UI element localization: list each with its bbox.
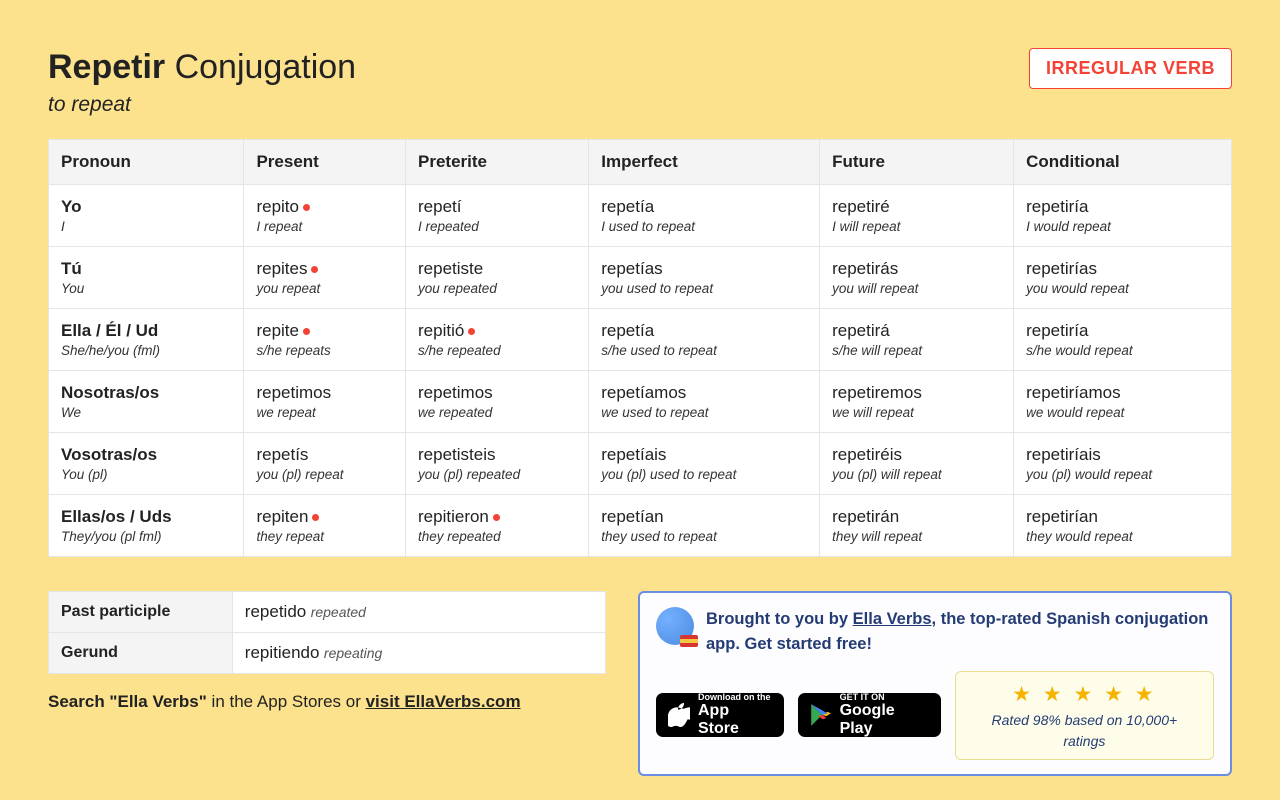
conjugation-cell: repetíasyou used to repeat [589, 247, 820, 309]
verb-translation: to repeat [48, 93, 356, 117]
past-participle-label: Past participle [49, 592, 233, 633]
irregular-dot-icon [312, 514, 319, 521]
conjugation-cell: repetiríamoswe would repeat [1014, 371, 1232, 433]
column-header: Future [820, 140, 1014, 185]
irregular-dot-icon [303, 328, 310, 335]
pronoun-cell: Vosotras/osYou (pl) [49, 433, 244, 495]
gerund-label: Gerund [49, 633, 233, 674]
column-header: Preterite [406, 140, 589, 185]
column-header: Imperfect [589, 140, 820, 185]
conjugation-cell: repetísyou (pl) repeat [244, 433, 406, 495]
table-row: Vosotras/osYou (pl)repetísyou (pl) repea… [49, 433, 1232, 495]
conjugation-cell: repitiós/he repeated [406, 309, 589, 371]
conjugation-cell: repetíamoswe used to repeat [589, 371, 820, 433]
conjugation-cell: repetíaisyou (pl) used to repeat [589, 433, 820, 495]
irregular-dot-icon [311, 266, 318, 273]
column-header: Present [244, 140, 406, 185]
conjugation-cell: repitenthey repeat [244, 495, 406, 557]
apple-icon [668, 702, 690, 728]
table-row: Nosotras/osWerepetimoswe repeatrepetimos… [49, 371, 1232, 433]
conjugation-cell: repetirías/he would repeat [1014, 309, 1232, 371]
pronoun-cell: Ella / Él / UdShe/he/you (fml) [49, 309, 244, 371]
conjugation-cell: repites/he repeats [244, 309, 406, 371]
column-header: Conditional [1014, 140, 1232, 185]
promo-text: Brought to you by Ella Verbs, the top-ra… [706, 607, 1214, 657]
conjugation-cell: repetiríaisyou (pl) would repeat [1014, 433, 1232, 495]
conjugation-cell: repetisteisyou (pl) repeated [406, 433, 589, 495]
irregular-badge: IRREGULAR VERB [1029, 48, 1232, 89]
table-row: Ellas/os / UdsThey/you (pl fml)repitenth… [49, 495, 1232, 557]
promo-box: Brought to you by Ella Verbs, the top-ra… [638, 591, 1232, 776]
search-note: Search "Ella Verbs" in the App Stores or… [48, 692, 606, 712]
conjugation-table: PronounPresentPreteriteImperfectFutureCo… [48, 139, 1232, 557]
column-header: Pronoun [49, 140, 244, 185]
conjugation-cell: repitieronthey repeated [406, 495, 589, 557]
pronoun-cell: TúYou [49, 247, 244, 309]
irregular-dot-icon [303, 204, 310, 211]
conjugation-cell: repetiríanthey would repeat [1014, 495, 1232, 557]
conjugation-cell: repetirásyou will repeat [820, 247, 1014, 309]
pronoun-cell: YoI [49, 185, 244, 247]
conjugation-cell: repetiríaI would repeat [1014, 185, 1232, 247]
google-play-button[interactable]: GET IT ON Google Play [798, 693, 941, 737]
conjugation-cell: repitesyou repeat [244, 247, 406, 309]
gerund-value: repitiendo repeating [232, 633, 605, 674]
page-title: Repetir Conjugation [48, 48, 356, 87]
irregular-dot-icon [468, 328, 475, 335]
app-store-button[interactable]: Download on the App Store [656, 693, 784, 737]
table-row: TúYourepitesyou repeatrepetisteyou repea… [49, 247, 1232, 309]
conjugation-cell: repetiréI will repeat [820, 185, 1014, 247]
ella-verbs-link[interactable]: Ella Verbs [853, 610, 932, 628]
conjugation-cell: repetíI repeated [406, 185, 589, 247]
conjugation-cell: repetisteyou repeated [406, 247, 589, 309]
rating-box: ★ ★ ★ ★ ★ Rated 98% based on 10,000+ rat… [955, 671, 1214, 761]
verb-name: Repetir [48, 48, 165, 86]
conjugation-cell: repitoI repeat [244, 185, 406, 247]
irregular-dot-icon [493, 514, 500, 521]
past-participle-value: repetido repeated [232, 592, 605, 633]
conjugation-cell: repetimoswe repeat [244, 371, 406, 433]
title-rest: Conjugation [175, 48, 356, 86]
visit-link[interactable]: visit EllaVerbs.com [366, 692, 521, 711]
table-row: YoIrepitoI repeatrepetíI repeatedrepetía… [49, 185, 1232, 247]
participles-table: Past participle repetido repeated Gerund… [48, 591, 606, 674]
pronoun-cell: Ellas/os / UdsThey/you (pl fml) [49, 495, 244, 557]
conjugation-cell: repetirás/he will repeat [820, 309, 1014, 371]
conjugation-cell: repetimoswe repeated [406, 371, 589, 433]
google-play-icon [810, 703, 832, 727]
app-icon [656, 607, 694, 645]
table-row: Ella / Él / UdShe/he/you (fml)repites/he… [49, 309, 1232, 371]
pronoun-cell: Nosotras/osWe [49, 371, 244, 433]
star-icons: ★ ★ ★ ★ ★ [972, 679, 1197, 711]
conjugation-cell: repetiréisyou (pl) will repeat [820, 433, 1014, 495]
conjugation-cell: repetíaI used to repeat [589, 185, 820, 247]
conjugation-cell: repetiránthey will repeat [820, 495, 1014, 557]
conjugation-cell: repetías/he used to repeat [589, 309, 820, 371]
conjugation-cell: repetiríasyou would repeat [1014, 247, 1232, 309]
conjugation-cell: repetiremoswe will repeat [820, 371, 1014, 433]
conjugation-cell: repetíanthey used to repeat [589, 495, 820, 557]
